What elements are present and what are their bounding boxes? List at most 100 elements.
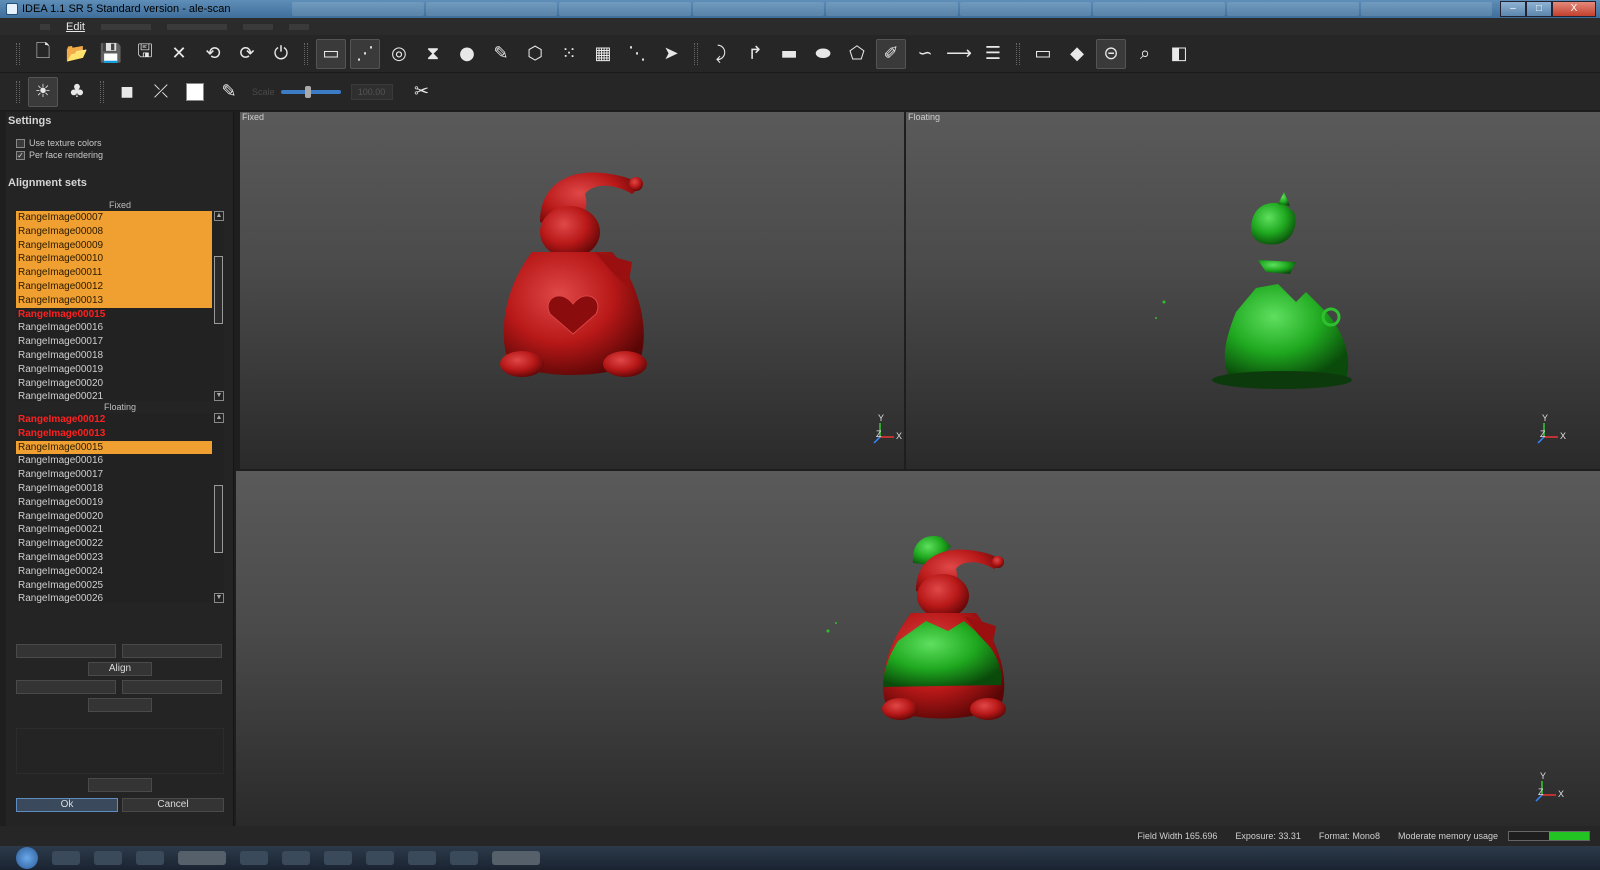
cancel-button[interactable]: Cancel [122,798,224,812]
checkbox-box[interactable] [16,138,25,148]
zoom-icon[interactable]: ⌕ [1130,39,1160,69]
save-as-icon[interactable]: 🖫 [130,39,160,69]
opacity-slider[interactable] [280,85,341,98]
start-button[interactable] [16,847,38,869]
globe-mesh-icon[interactable]: ◎ [384,39,414,69]
menu-faded[interactable] [288,23,309,30]
taskbar-app[interactable] [136,851,164,865]
cube-icon[interactable]: ◧ [1164,39,1194,69]
list-item[interactable]: RangeImage00009 [16,238,212,253]
list-item[interactable]: RangeImage00019 [16,363,212,377]
power-icon[interactable]: ⏻ [266,39,296,69]
save-icon[interactable]: 💾 [96,39,126,69]
undo-icon[interactable]: ⟲ [198,39,228,69]
list-item[interactable]: RangeImage00020 [16,377,212,391]
spheres-icon[interactable]: ● [452,39,482,69]
scatter-icon[interactable]: ⋱ [622,39,652,69]
list-item[interactable]: RangeImage00012 [16,413,212,427]
list-item[interactable]: RangeImage00023 [16,551,212,565]
menu-faded[interactable] [100,23,151,30]
taskbar-app[interactable] [324,851,352,865]
floating-list[interactable]: RangeImage00012 RangeImage00013 RangeImage… [16,413,224,603]
list-item[interactable]: RangeImage00026 [16,592,212,603]
scroll-up-arrow[interactable]: ▲ [214,413,224,423]
list-item[interactable]: RangeImage00015 [16,440,212,455]
scale-value-field[interactable]: 100.00 [350,83,393,100]
redo-icon[interactable]: ⟳ [232,39,262,69]
brush-icon[interactable]: ✎ [214,77,244,107]
list-item[interactable]: RangeImage00013 [16,427,212,441]
disabled-button[interactable] [16,680,116,694]
tools-icon[interactable]: ✂ [407,77,437,107]
floating-list-scrollbar[interactable]: ▲ ▼ [214,413,224,603]
list-item[interactable]: RangeImage00015 [16,308,212,322]
list-item[interactable]: RangeImage00010 [16,252,212,267]
slider-knob[interactable] [304,85,311,98]
pin-small-icon[interactable]: ◆ [1062,39,1092,69]
toolbar-grip[interactable] [304,42,308,65]
curve-points-icon[interactable]: ⋰ [350,38,380,69]
list-item[interactable]: RangeImage00013 [16,293,212,308]
open-folder-icon[interactable]: 📂 [62,39,92,69]
freeform-icon[interactable]: ✐ [876,38,906,69]
hexagon-icon[interactable]: ⬡ [520,39,550,69]
taskbar-app[interactable] [408,851,436,865]
toolbar-grip[interactable] [1016,42,1020,65]
grid-icon[interactable]: ▦ [588,39,618,69]
list-item[interactable]: RangeImage00018 [16,349,212,363]
menu-faded[interactable] [166,23,227,30]
combined-viewport[interactable]: Y Z X [236,471,1600,826]
line-arrow-icon[interactable]: ⟶ [944,39,974,69]
disabled-button[interactable] [122,680,222,694]
disabled-button[interactable] [16,644,116,658]
window-icon[interactable]: ▭ [1028,39,1058,69]
point-grid-icon[interactable]: ⁙ [554,39,584,69]
list-item[interactable]: RangeImage00008 [16,224,212,239]
list-item[interactable]: RangeImage00019 [16,496,212,510]
checkbox-box[interactable]: ✓ [16,150,25,160]
per-face-rendering-checkbox[interactable]: ✓ Per face rendering [16,149,233,161]
stop-icon[interactable]: ■ [112,77,142,107]
light-icon[interactable]: ☀ [28,76,58,107]
list-item[interactable]: RangeImage00018 [16,482,212,496]
toolbar-grip[interactable] [16,80,20,103]
new-file-icon[interactable]: 🗋 [28,39,58,69]
shading-icon[interactable]: ♣ [62,77,92,107]
curve-arrow-icon[interactable]: ↱ [740,39,770,69]
arrow-shape-icon[interactable]: ➤ [656,39,686,69]
taskbar-app[interactable] [240,851,268,865]
ellipse-icon[interactable]: ⬬ [808,39,838,69]
scroll-thumb[interactable] [214,256,223,324]
color-swatch-button[interactable] [180,77,210,107]
line-dash-icon[interactable]: ∽ [910,39,940,69]
scanner-plane-icon[interactable]: ▭ [316,38,346,69]
menu-edit[interactable]: Edit [66,21,85,33]
taskbar-app[interactable] [366,851,394,865]
disabled-button[interactable] [88,698,152,712]
use-texture-colors-checkbox[interactable]: Use texture colors [16,137,233,149]
close-x-icon[interactable]: ✕ [164,39,194,69]
fixed-list-scrollbar[interactable]: ▲ ▼ [214,211,224,401]
list-item[interactable]: RangeImage00017 [16,335,212,349]
ok-button[interactable]: Ok [16,798,118,812]
scroll-up-arrow[interactable]: ▲ [214,211,224,221]
scroll-down-arrow[interactable]: ▼ [214,593,224,603]
close-button[interactable]: X [1552,1,1596,17]
list-item[interactable]: RangeImage00025 [16,579,212,593]
floating-viewport[interactable]: Floating Y Z X [906,112,1600,469]
list-item[interactable]: RangeImage00016 [16,321,212,335]
cross-tool-icon[interactable]: ⤫ [146,77,176,107]
list-item[interactable]: RangeImage00022 [16,537,212,551]
list-item[interactable]: RangeImage00017 [16,468,212,482]
list-item[interactable]: RangeImage00024 [16,565,212,579]
maximize-button[interactable]: □ [1526,1,1552,17]
disc-icon[interactable]: ⊝ [1096,38,1126,69]
toolbar-grip[interactable] [100,80,104,103]
scroll-down-arrow[interactable]: ▼ [214,391,224,401]
disabled-button[interactable] [122,644,222,658]
list-item[interactable]: RangeImage00011 [16,266,212,280]
list-item[interactable]: RangeImage00021 [16,390,212,401]
taskbar-app[interactable] [52,851,80,865]
menu-file-faded[interactable] [40,23,50,30]
fixed-viewport[interactable]: Fixed Y Z X [240,112,904,469]
